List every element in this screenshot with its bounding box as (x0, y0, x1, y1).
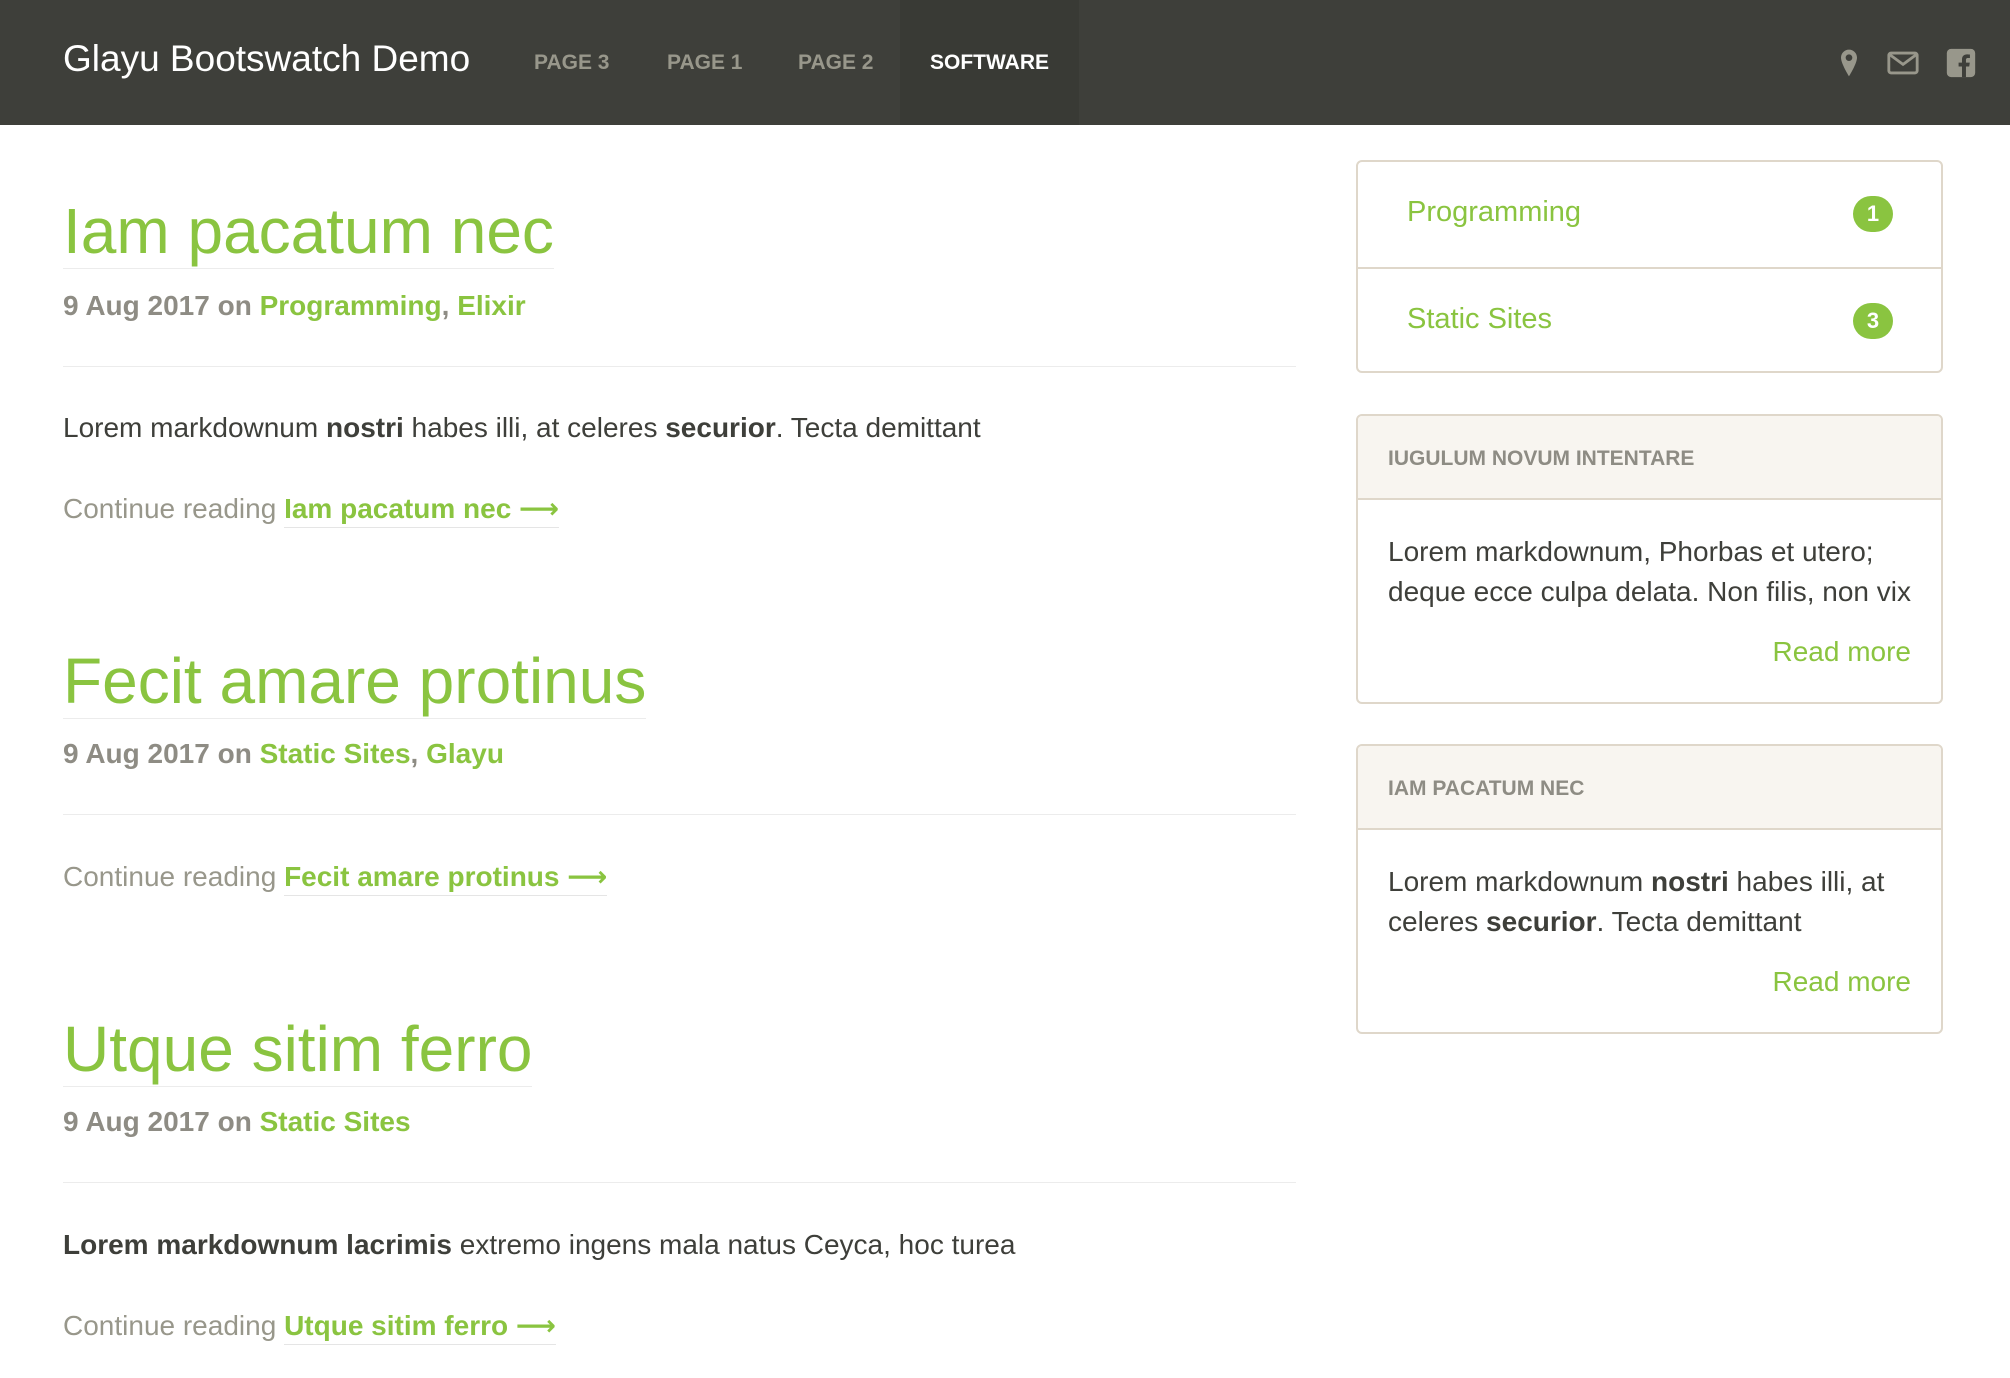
post-tag-elixir[interactable]: Elixir (457, 290, 525, 321)
post-title[interactable]: Utque sitim ferro (63, 1014, 533, 1088)
post-date: 9 Aug 2017 (63, 738, 210, 769)
continue-reading-link[interactable]: Fecit amare protinus ⟶ (284, 861, 608, 896)
category-count-badge: 3 (1853, 303, 1893, 339)
card-body: Lorem markdownum nostri habes illi, at c… (1388, 866, 1885, 937)
envelope-icon[interactable] (1885, 46, 1921, 80)
post-on: on (217, 738, 252, 769)
post-title[interactable]: Fecit amare protinus (63, 646, 647, 720)
arrow-right-icon: ⟶ (519, 493, 560, 524)
map-marker-icon[interactable] (1833, 46, 1865, 80)
nav-item-software[interactable]: SOFTWARE (900, 0, 1079, 125)
continue-reading-link[interactable]: Iam pacatum nec ⟶ (284, 493, 560, 528)
card-header: IUGULUM NOVUM INTENTARE (1358, 416, 1941, 500)
post-on: on (217, 290, 252, 321)
arrow-right-icon: ⟶ (567, 861, 608, 892)
post-divider (63, 814, 1296, 815)
post-divider (63, 366, 1296, 367)
category-item-static-sites[interactable]: Static Sites 3 (1358, 267, 1941, 373)
read-more-link[interactable]: Read more (1772, 636, 1911, 668)
navbar: Glayu Bootswatch Demo PAGE 3 PAGE 1 PAGE… (0, 0, 2010, 125)
post-meta: 9 Aug 2017 on Static Sites (63, 1106, 411, 1138)
category-list: Programming 1 Static Sites 3 (1356, 160, 1943, 373)
card-body: Lorem markdownum, Phorbas et utero; dequ… (1388, 536, 1911, 607)
card-header: IAM PACATUM NEC (1358, 746, 1941, 830)
post-tag-static-sites[interactable]: Static Sites (260, 738, 411, 769)
category-label[interactable]: Programming (1407, 196, 1581, 229)
continue-reading: Continue reading Iam pacatum nec ⟶ (63, 492, 560, 528)
sidebar-card: IUGULUM NOVUM INTENTARE Lorem markdownum… (1356, 414, 1943, 704)
post-meta: 9 Aug 2017 on Static Sites, Glayu (63, 738, 504, 769)
brand-link[interactable]: Glayu Bootswatch Demo (63, 38, 470, 80)
post-on: on (217, 1106, 252, 1137)
continue-reading: Continue reading Fecit amare protinus ⟶ (63, 860, 608, 896)
sidebar-card: IAM PACATUM NEC Lorem markdownum nostri … (1356, 744, 1943, 1034)
post-excerpt: Lorem markdownum lacrimis extremo ingens… (63, 1229, 1016, 1260)
post-meta: 9 Aug 2017 on Programming, Elixir (63, 290, 526, 321)
post-date: 9 Aug 2017 (63, 1106, 210, 1137)
post-tag-glayu[interactable]: Glayu (426, 738, 504, 769)
post-title[interactable]: Iam pacatum nec (63, 196, 554, 270)
post-excerpt: Lorem markdownum nostri habes illi, at c… (63, 412, 981, 443)
post-tag-programming[interactable]: Programming (260, 290, 442, 321)
nav-item-page-3[interactable]: PAGE 3 (534, 0, 609, 125)
post-tag-static-sites[interactable]: Static Sites (260, 1106, 411, 1137)
category-count-badge: 1 (1853, 196, 1893, 232)
nav-item-page-1[interactable]: PAGE 1 (667, 0, 742, 125)
post-divider (63, 1182, 1296, 1183)
continue-reading: Continue reading Utque sitim ferro ⟶ (63, 1309, 557, 1345)
arrow-right-icon: ⟶ (515, 1310, 557, 1341)
category-label[interactable]: Static Sites (1407, 303, 1552, 336)
category-item-programming[interactable]: Programming 1 (1358, 162, 1941, 268)
post-date: 9 Aug 2017 (63, 290, 210, 321)
read-more-link[interactable]: Read more (1772, 966, 1911, 998)
facebook-icon[interactable] (1944, 46, 1978, 80)
continue-reading-link[interactable]: Utque sitim ferro ⟶ (284, 1310, 557, 1345)
nav-item-page-2[interactable]: PAGE 2 (798, 0, 873, 125)
